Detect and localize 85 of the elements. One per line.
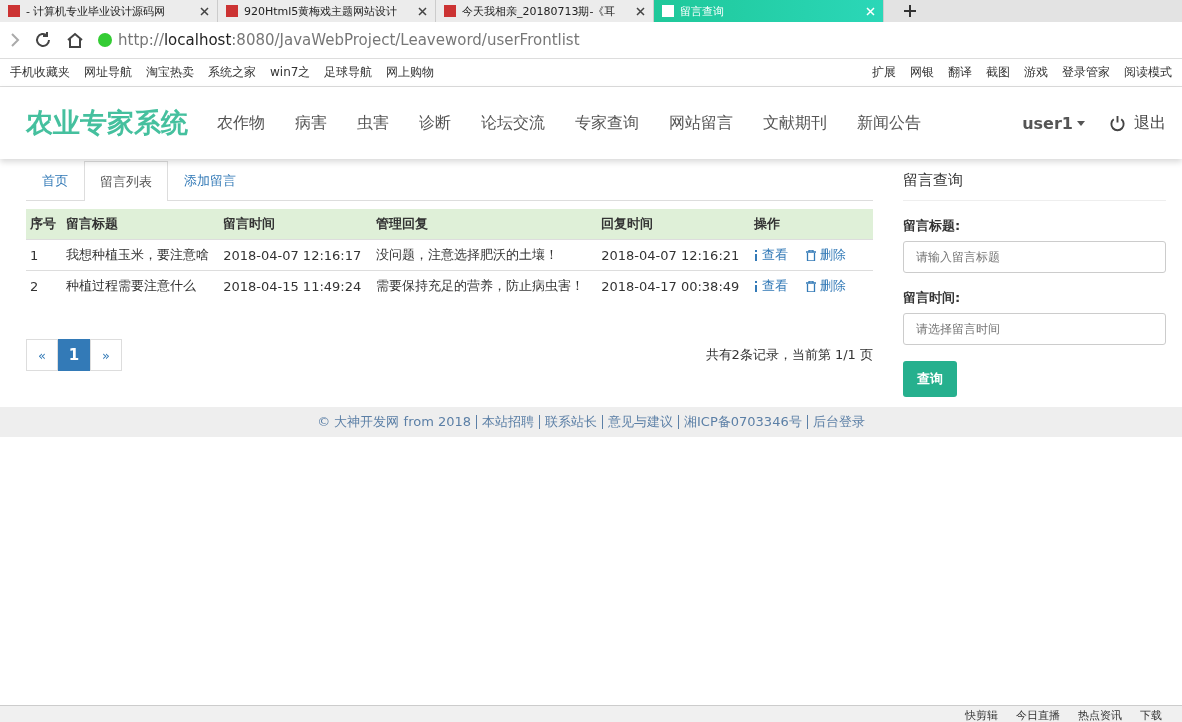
table-cell: 2018-04-07 12:16:21 <box>597 239 750 271</box>
column-header: 管理回复 <box>371 209 598 240</box>
delete-link[interactable]: 删除 <box>805 277 846 295</box>
footer-link[interactable]: 意见与建议 <box>602 415 674 429</box>
page-tab[interactable]: 首页 <box>26 161 84 200</box>
column-header: 序号 <box>26 209 62 240</box>
page-tab[interactable]: 留言列表 <box>84 161 168 201</box>
toolbar-item[interactable]: 网银 <box>910 64 934 81</box>
nav-link[interactable]: 新闻公告 <box>842 112 936 134</box>
nav-link[interactable]: 农作物 <box>202 112 280 134</box>
bookmark-link[interactable]: 淘宝热卖 <box>146 64 194 81</box>
logout-link[interactable]: 退出 <box>1134 112 1166 134</box>
column-header: 回复时间 <box>597 209 750 240</box>
prev-page-button[interactable]: « <box>26 339 58 371</box>
address-field[interactable]: http://localhost:8080/JavaWebProject/Leaveword/userFrontlist <box>118 31 580 49</box>
next-page-button[interactable]: » <box>90 339 122 371</box>
copyright-text: © 大神开发网 from 2018 <box>317 413 472 431</box>
nav-link[interactable]: 专家查询 <box>560 112 654 134</box>
delete-link[interactable]: 删除 <box>805 246 846 264</box>
info-icon <box>753 249 758 261</box>
bookmark-link[interactable]: win7之 <box>270 64 311 81</box>
page-icon <box>8 5 20 17</box>
toolbar-item[interactable]: 截图 <box>986 64 1010 81</box>
table-cell: 种植过程需要注意什么 <box>61 270 220 301</box>
field-label: 留言标题: <box>903 217 962 235</box>
user-menu[interactable]: user1 <box>1022 113 1085 133</box>
table-cell: 2 <box>26 270 62 301</box>
column-header: 留言标题 <box>61 209 220 240</box>
nav-link[interactable]: 诊断 <box>404 112 466 134</box>
toolbar-item[interactable]: 游戏 <box>1024 64 1048 81</box>
panel-title: 留言查询 <box>903 161 1166 201</box>
table-cell: 2018-04-17 00:38:49 <box>597 270 750 301</box>
toolbar-item[interactable]: 翻译 <box>948 64 972 81</box>
input-field[interactable]: 请输入留言标题 <box>903 241 1166 273</box>
view-link[interactable]: 查看 <box>753 277 788 295</box>
column-header: 操作 <box>749 209 873 240</box>
bookmark-link[interactable]: 系统之家 <box>208 64 256 81</box>
page-icon <box>662 5 674 17</box>
view-link[interactable]: 查看 <box>753 246 788 264</box>
footer-link[interactable]: 联系站长 <box>539 415 598 429</box>
field-label: 留言时间: <box>903 289 962 307</box>
table-cell: 需要保持充足的营养，防止病虫害！ <box>371 270 598 301</box>
trash-icon <box>805 280 816 292</box>
browser-tab[interactable]: 920Html5黄梅戏主题网站设计 <box>218 0 436 22</box>
info-icon <box>753 280 758 292</box>
status-item[interactable]: 下载 <box>1140 709 1162 722</box>
nav-link[interactable]: 虫害 <box>342 112 404 134</box>
home-icon[interactable] <box>66 31 84 49</box>
page-tab[interactable]: 添加留言 <box>168 161 252 200</box>
nav-link[interactable]: 文献期刊 <box>748 112 842 134</box>
power-icon <box>1109 114 1126 132</box>
close-icon[interactable] <box>418 6 427 16</box>
browser-tab[interactable]: - 计算机专业毕业设计源码网 <box>0 0 218 22</box>
record-summary: 共有2条记录，当前第 1/1 页 <box>705 346 873 364</box>
table-cell: 1 <box>26 239 62 271</box>
status-item[interactable]: 热点资讯 <box>1078 709 1122 722</box>
bookmark-link[interactable]: 足球导航 <box>324 64 373 81</box>
footer-link[interactable]: 后台登录 <box>806 415 865 429</box>
bookmark-link[interactable]: 网址导航 <box>84 64 132 81</box>
nav-link[interactable]: 网站留言 <box>654 112 748 134</box>
toolbar-item[interactable]: 登录管家 <box>1062 64 1110 81</box>
status-item[interactable]: 快剪辑 <box>965 709 998 722</box>
toolbar-item[interactable]: 阅读模式 <box>1124 64 1172 81</box>
status-item[interactable]: 今日直播 <box>1016 709 1060 722</box>
page-icon <box>226 5 238 17</box>
nav-link[interactable]: 论坛交流 <box>466 112 560 134</box>
table-cell: 没问题，注意选择肥沃的土壤！ <box>371 239 598 271</box>
table-cell: 2018-04-07 12:16:17 <box>219 239 372 271</box>
footer-link[interactable]: 本站招聘 <box>476 415 535 429</box>
table-cell: 2018-04-15 11:49:24 <box>219 270 372 301</box>
table-cell: 我想种植玉米，要注意啥 <box>61 239 220 271</box>
input-field[interactable]: 请选择留言时间 <box>903 313 1166 345</box>
column-header: 留言时间 <box>219 209 372 240</box>
page-icon <box>444 5 456 17</box>
footer-link[interactable]: 湘ICP备0703346号 <box>678 415 802 429</box>
bookmark-link[interactable]: 网上购物 <box>386 64 435 81</box>
close-icon[interactable] <box>200 6 209 16</box>
reload-icon[interactable] <box>34 31 52 49</box>
nav-link[interactable]: 病害 <box>280 112 342 134</box>
toolbar-item[interactable]: 扩展 <box>872 64 896 81</box>
bookmark-link[interactable]: 手机收藏夹 <box>10 64 70 81</box>
close-icon[interactable] <box>636 6 645 16</box>
trash-icon <box>805 249 816 261</box>
browser-tab[interactable]: 今天我相亲_20180713期-《耳 <box>436 0 654 22</box>
page-button[interactable]: 1 <box>58 339 90 371</box>
